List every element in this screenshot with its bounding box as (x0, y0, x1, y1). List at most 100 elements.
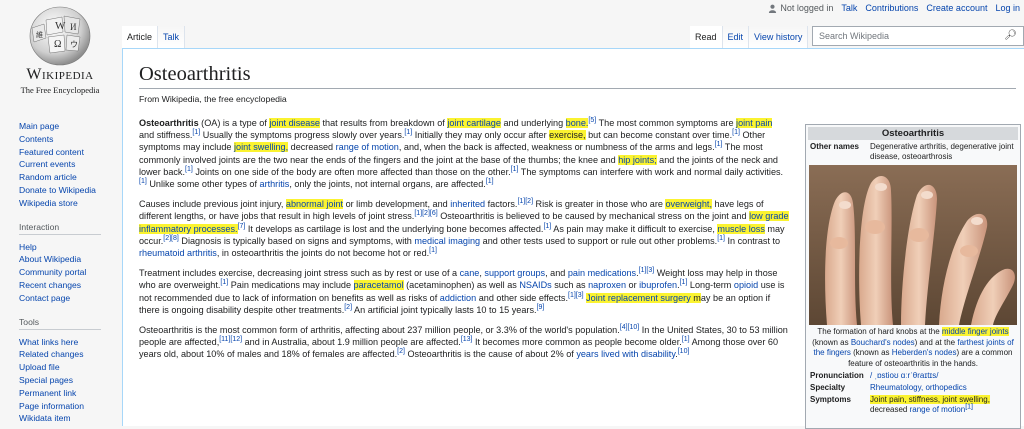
article-link[interactable]: medical imaging (414, 236, 480, 246)
sidebar-link-recent-changes[interactable]: Recent changes (19, 279, 119, 292)
citation-link[interactable]: [1] (486, 178, 494, 185)
citation-link[interactable]: [1] (682, 336, 690, 343)
title-divider (139, 88, 1016, 89)
article-link[interactable]: opioid (734, 280, 758, 290)
citation-link[interactable]: [1][2] (517, 198, 533, 205)
sidebar-link-wikipedia-store[interactable]: Wikipedia store (19, 197, 119, 210)
article-link[interactable]: joint pain (736, 118, 773, 128)
sidebar-link-help[interactable]: Help (19, 241, 119, 254)
sidebar-link-special-pages[interactable]: Special pages (19, 374, 119, 387)
specialty-link[interactable]: Rheumatology, orthopedics (870, 383, 967, 392)
article-link[interactable]: abnormal joint (285, 199, 344, 210)
tab-view-history[interactable]: View history (749, 26, 809, 48)
citation-link[interactable]: [13] (461, 336, 473, 343)
citation-link[interactable]: [10] (678, 348, 690, 355)
sidebar-link-main-page[interactable]: Main page (19, 120, 119, 133)
search-input[interactable]: Search Wikipedia 🔎︎ (812, 26, 1024, 46)
citation-link[interactable]: [4][10] (620, 324, 639, 331)
article-link[interactable]: addiction (440, 293, 476, 303)
text-run: factors. (485, 199, 518, 210)
article-link[interactable]: rheumatoid arthritis (139, 248, 217, 258)
citation-link[interactable]: [1][3] (568, 292, 584, 299)
article-link[interactable]: NSAIDs (519, 280, 551, 290)
article-link[interactable]: hip joints; (618, 154, 657, 165)
article-link[interactable]: muscle loss (717, 223, 765, 234)
wikipedia-globe-icon: W Ω И ウ 維 (29, 6, 91, 66)
article-link[interactable]: support groups (484, 268, 545, 278)
citation-link[interactable]: [2][8] (163, 235, 179, 242)
article-link[interactable]: joint cartilage (447, 118, 501, 128)
article-link[interactable]: arthritis (260, 179, 290, 189)
text-run: Osteoarthritis is the most common form o… (139, 325, 620, 336)
citation-link[interactable]: [1] (965, 403, 973, 410)
sidebar-link-related-changes[interactable]: Related changes (19, 348, 119, 361)
infobox-value: Joint pain, stiffness, joint swelling, d… (870, 395, 1018, 415)
sidebar-link-contents[interactable]: Contents (19, 133, 119, 146)
article-link[interactable]: paracetamol (353, 280, 404, 291)
citation: [1] (429, 247, 437, 254)
wikipedia-logo[interactable]: W Ω И ウ 維 Wikipedia The Free Encyclopedi… (0, 0, 120, 110)
sidebar-heading-interaction: Interaction (19, 222, 101, 235)
text-run: , in osteoarthritis the joints do not be… (216, 248, 430, 259)
citation: [1] (185, 166, 193, 173)
citation: [4][10] (620, 324, 639, 331)
sidebar-link-what-links-here[interactable]: What links here (19, 336, 119, 349)
talk-link[interactable]: Talk (841, 3, 857, 13)
tab-edit[interactable]: Edit (722, 26, 750, 48)
citation-link[interactable]: [1][2][6] (414, 210, 437, 217)
article-link[interactable]: Joint replacement surgery (586, 292, 691, 303)
citation-link[interactable]: [9] (537, 304, 545, 311)
text-run: and in Australia, about 1.9 million peop… (242, 337, 461, 348)
citation: [1][3] (568, 292, 584, 299)
login-link[interactable]: Log in (995, 3, 1020, 13)
article-link[interactable]: Heberden's nodes (892, 348, 957, 357)
article-link[interactable]: Bouchard's nodes (851, 338, 915, 347)
article-link[interactable]: range of motion (910, 405, 966, 414)
sidebar-link-permanent-link[interactable]: Permanent link (19, 387, 119, 400)
contributions-link[interactable]: Contributions (865, 3, 918, 13)
citation-link[interactable]: [1] (139, 178, 147, 185)
sidebar-link-donate-to-wikipedia[interactable]: Donate to Wikipedia (19, 184, 119, 197)
article-link[interactable]: bone. (565, 118, 589, 128)
hands-image[interactable] (809, 165, 1017, 325)
article-link[interactable]: overweight, (665, 199, 712, 210)
sidebar-link-community-portal[interactable]: Community portal (19, 266, 119, 279)
sidebar-link-contact-page[interactable]: Contact page (19, 292, 119, 305)
article-link[interactable]: naproxen (588, 280, 626, 290)
article-link[interactable]: inherited (450, 199, 485, 209)
citation-link[interactable]: [2] (344, 304, 352, 311)
create-account-link[interactable]: Create account (926, 3, 987, 13)
pronunciation-link[interactable]: / ˌɒstioʊ ɑːrˈθraɪtɪs/ (870, 371, 938, 380)
text-run: (OA) is a type of (198, 118, 270, 128)
sidebar-link-upload-file[interactable]: Upload file (19, 361, 119, 374)
article-link[interactable]: joint disease (269, 118, 320, 128)
sidebar-link-random-article[interactable]: Random article (19, 171, 119, 184)
citation-link[interactable]: [1] (429, 247, 437, 254)
not-logged-in-label: Not logged in (780, 3, 834, 13)
citation-link[interactable]: [1] (717, 235, 725, 242)
sidebar-link-about-wikipedia[interactable]: About Wikipedia (19, 253, 119, 266)
article-link[interactable]: ibuprofen (639, 280, 677, 290)
article-link[interactable]: pain medications (568, 268, 636, 278)
tab-read[interactable]: Read (690, 26, 723, 48)
article-link[interactable]: years lived with disability (576, 349, 675, 359)
citation-link[interactable]: [1] (732, 129, 740, 136)
article-link[interactable]: joint swelling, (234, 142, 289, 153)
article-link[interactable]: cane (460, 268, 480, 278)
search-icon[interactable]: 🔎︎ (1004, 30, 1017, 41)
sidebar-link-page-information[interactable]: Page information (19, 400, 119, 413)
infobox-label: Other names (810, 142, 859, 151)
citation-link[interactable]: [1][3] (639, 267, 655, 274)
citation-link[interactable]: [11][12] (219, 336, 242, 343)
sidebar-link-wikidata-item[interactable]: Wikidata item (19, 412, 119, 425)
citation-link[interactable]: [2] (397, 348, 405, 355)
article-link[interactable]: middle finger joints (941, 327, 1009, 336)
sidebar-link-featured-content[interactable]: Featured content (19, 146, 119, 159)
tab-article[interactable]: Article (122, 26, 159, 48)
citation-link[interactable]: [1] (185, 166, 193, 173)
text-run: or limb development, and (343, 199, 451, 210)
article-link[interactable]: range of motion (336, 142, 399, 152)
tab-talk[interactable]: Talk (158, 26, 186, 48)
text-run: Unlike some other types of (146, 179, 260, 190)
sidebar-link-current-events[interactable]: Current events (19, 158, 119, 171)
